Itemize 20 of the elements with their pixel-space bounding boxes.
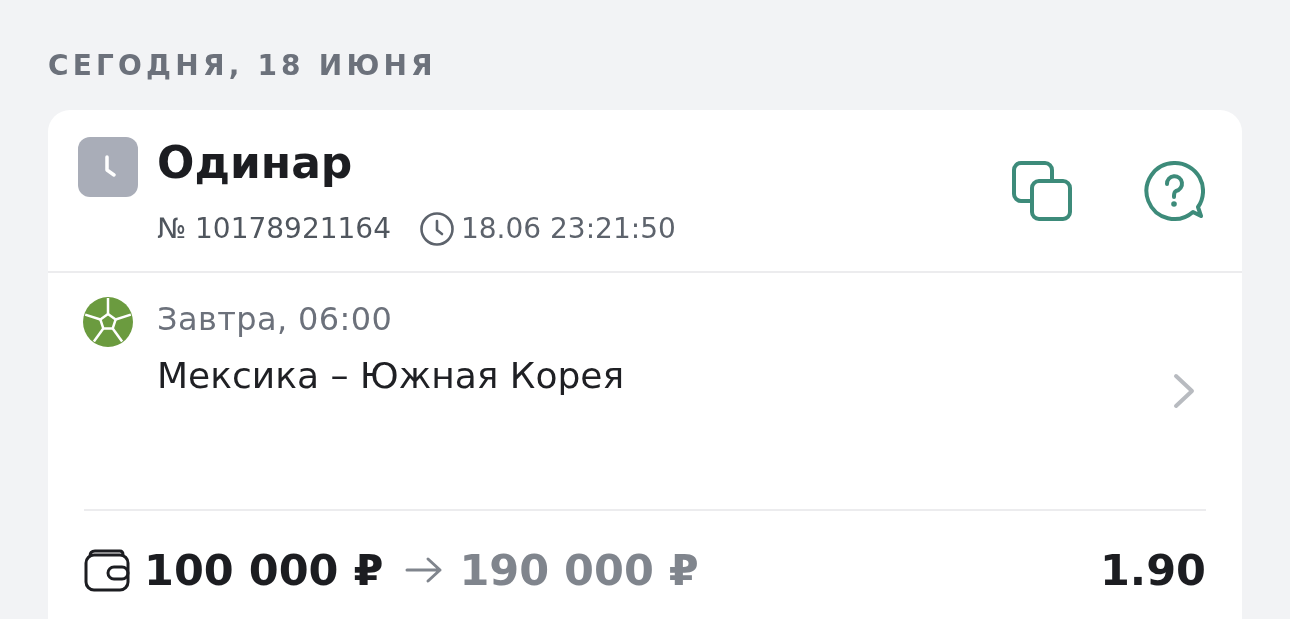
copy-icon [1011, 160, 1073, 222]
chevron-right-icon [1172, 372, 1196, 410]
stake-amount: 100 000 ₽ [144, 545, 384, 595]
date-heading: СЕГОДНЯ, 18 ИЮНЯ [48, 48, 437, 84]
bet-datetime: 18.06 23:21:50 [461, 211, 676, 247]
bet-type-title: Одинар [157, 137, 353, 189]
help-button[interactable] [1143, 160, 1205, 222]
copy-button[interactable] [1011, 160, 1073, 222]
odds-value: 1.90 [1099, 545, 1206, 595]
event-time: Завтра, 06:00 [157, 299, 393, 340]
payout-amount: 190 000 ₽ [459, 545, 699, 595]
clock-icon [419, 211, 455, 247]
help-chat-icon [1143, 160, 1205, 222]
event-match: Мексика – Южная Корея [157, 354, 625, 398]
soccer-ball-icon [83, 297, 133, 347]
wallet-icon [84, 548, 130, 592]
arrow-right-icon [405, 556, 444, 584]
bet-number: № 10178921164 [157, 211, 391, 247]
event-row[interactable]: Завтра, 06:00 Мексика – Южная Корея [48, 273, 1242, 509]
clock-icon [78, 137, 138, 197]
